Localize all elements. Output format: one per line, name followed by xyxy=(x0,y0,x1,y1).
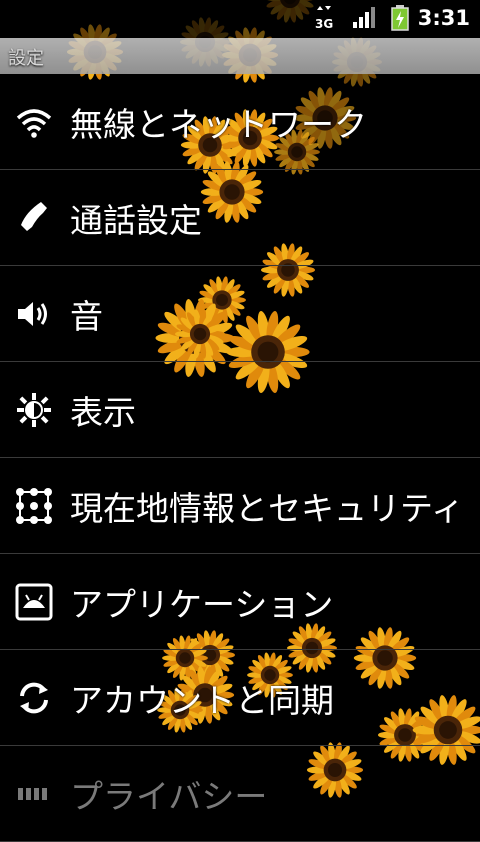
settings-item-location-security[interactable]: 現在地情報とセキュリティ xyxy=(0,458,480,554)
settings-item-label: アカウントと同期 xyxy=(70,681,334,720)
privacy-icon xyxy=(18,788,47,800)
settings-item-sound[interactable]: 音 xyxy=(0,266,480,362)
page-title: 設定 xyxy=(8,48,44,69)
status-clock: 3:31 xyxy=(417,6,470,30)
settings-item-privacy[interactable]: プライバシー xyxy=(0,746,480,842)
sync-icon xyxy=(20,682,48,714)
settings-item-call-settings[interactable]: 通話設定 xyxy=(0,170,480,266)
settings-list: 無線とネットワーク 通話設定 音 表示 現在地情報とセキュリティ アプリケーショ… xyxy=(0,74,480,842)
status-bar: 3G 3:31 xyxy=(0,0,480,38)
phone-icon xyxy=(21,202,47,231)
wifi-icon xyxy=(16,109,52,138)
speaker-icon xyxy=(18,302,47,326)
location-security-icon xyxy=(16,488,52,524)
battery-charging-icon xyxy=(391,5,409,31)
settings-item-label: 無線とネットワーク xyxy=(70,105,367,144)
settings-item-label: 表示 xyxy=(70,393,136,432)
brightness-icon xyxy=(17,393,51,427)
settings-item-display[interactable]: 表示 xyxy=(0,362,480,458)
signal-strength-icon xyxy=(353,7,375,28)
network-3g-icon: 3G xyxy=(315,6,333,31)
title-bar: 設定 xyxy=(0,38,480,74)
settings-item-applications[interactable]: アプリケーション xyxy=(0,554,480,650)
settings-item-label: 通話設定 xyxy=(70,201,202,240)
applications-icon xyxy=(15,583,53,621)
settings-item-accounts-sync[interactable]: アカウントと同期 xyxy=(0,650,480,746)
settings-item-label: プライバシー xyxy=(70,777,268,816)
settings-item-label: 音 xyxy=(70,297,103,336)
settings-item-label: アプリケーション xyxy=(70,585,334,624)
settings-item-wireless-networks[interactable]: 無線とネットワーク xyxy=(0,74,480,170)
settings-item-label: 現在地情報とセキュリティ xyxy=(70,489,465,528)
network-type-label: 3G xyxy=(315,17,333,31)
